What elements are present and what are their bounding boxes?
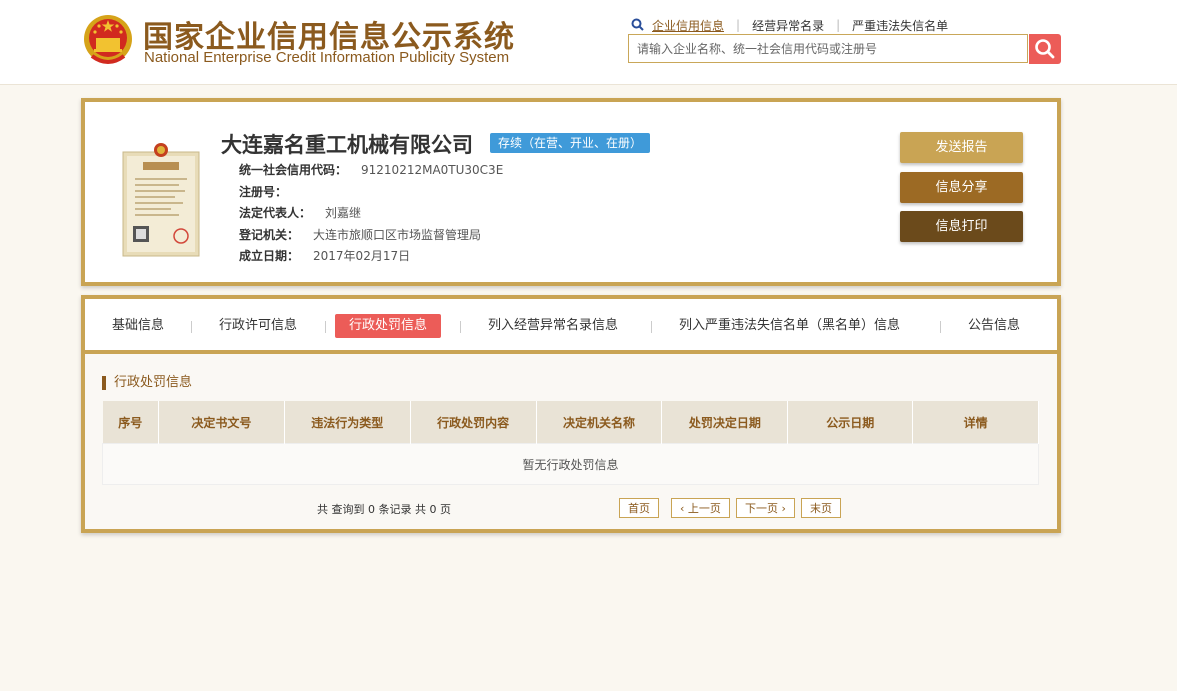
table-header-row: 序号 决定书文号 违法行为类型 行政处罚内容 决定机关名称 处罚决定日期 公示日… <box>102 401 1039 444</box>
tab-separator <box>191 321 192 333</box>
empty-state: 暂无行政处罚信息 <box>102 443 1039 485</box>
nav-blacklist[interactable]: 严重违法失信名单 <box>852 17 948 34</box>
pagination-info: 共 查询到 0 条记录 共 0 页 <box>317 503 451 516</box>
tab-bar: 基础信息 行政许可信息 行政处罚信息 列入经营异常名录信息 列入严重违法失信名单… <box>85 299 1057 354</box>
info-label: 成立日期： <box>239 249 300 263</box>
section-title: 行政处罚信息 <box>102 376 192 390</box>
last-page-button[interactable]: 末页 <box>801 498 841 518</box>
tab-content: 行政处罚信息 序号 决定书文号 违法行为类型 行政处罚内容 决定机关名称 处罚决… <box>85 354 1057 529</box>
national-emblem-icon <box>84 15 132 64</box>
info-row-registration-number: 注册号： <box>239 182 503 204</box>
prev-page-label: 上一页 <box>687 502 721 515</box>
company-info-list: 统一社会信用代码： 91210212MA0TU30C3E 注册号： 法定代表人： 刘… <box>239 160 503 268</box>
first-page-button[interactable]: 首页 <box>619 498 659 518</box>
info-row-registration-authority: 登记机关： 大连市旅顺口区市场监督管理局 <box>239 225 503 247</box>
column-header: 公示日期 <box>787 401 914 444</box>
column-header: 序号 <box>102 401 159 444</box>
column-header: 决定书文号 <box>158 401 285 444</box>
info-row-legal-representative: 法定代表人： 刘嘉继 <box>239 203 503 225</box>
tab-blacklist[interactable]: 列入严重违法失信名单（黑名单）信息 <box>677 314 902 338</box>
tab-admin-license[interactable]: 行政许可信息 <box>217 314 299 338</box>
nav-abnormal-list[interactable]: 经营异常名录 <box>752 17 824 34</box>
column-header: 决定机关名称 <box>536 401 663 444</box>
business-license-image[interactable] <box>121 140 201 258</box>
info-row-established-date: 成立日期： 2017年02月17日 <box>239 246 503 268</box>
nav-separator: | <box>836 18 841 32</box>
column-header: 处罚决定日期 <box>661 401 789 444</box>
info-label: 统一社会信用代码： <box>239 163 348 177</box>
info-label: 注册号： <box>239 184 288 199</box>
tab-separator <box>651 321 652 333</box>
next-page-button[interactable]: 下一页 › <box>736 498 795 518</box>
tab-separator <box>325 321 326 333</box>
table-row: 暂无行政处罚信息 <box>102 443 1039 485</box>
info-tab-panel: 基础信息 行政许可信息 行政处罚信息 列入经营异常名录信息 列入严重违法失信名单… <box>81 295 1061 533</box>
tab-separator <box>460 321 461 333</box>
tab-basic-info[interactable]: 基础信息 <box>110 314 166 338</box>
magnifier-icon <box>1035 39 1055 59</box>
search-button[interactable] <box>1029 34 1061 64</box>
search-input[interactable] <box>629 35 1025 62</box>
info-row-credit-code: 统一社会信用代码： 91210212MA0TU30C3E <box>239 160 503 182</box>
share-info-button[interactable]: 信息分享 <box>900 172 1023 203</box>
site-title-en: National Enterprise Credit Information P… <box>144 49 510 66</box>
info-label: 登记机关： <box>239 227 300 242</box>
prev-page-button[interactable]: ‹ 上一页 <box>671 498 730 518</box>
tab-abnormal-list[interactable]: 列入经营异常名录信息 <box>486 314 620 338</box>
print-info-button[interactable]: 信息打印 <box>900 211 1023 242</box>
search-box <box>628 34 1028 63</box>
penalty-table: 序号 决定书文号 违法行为类型 行政处罚内容 决定机关名称 处罚决定日期 公示日… <box>102 401 1039 485</box>
company-name: 大连嘉名重工机械有限公司 <box>221 133 473 157</box>
column-header: 违法行为类型 <box>284 401 411 444</box>
tab-admin-penalty[interactable]: 行政处罚信息 <box>335 314 442 338</box>
search-icon <box>631 18 644 31</box>
info-value: 大连市旅顺口区市场监督管理局 <box>313 227 482 242</box>
next-page-label: 下一页 <box>745 502 778 515</box>
info-label: 法定代表人： <box>239 206 312 220</box>
site-header: 国家企业信用信息公示系统 National Enterprise Credit … <box>0 0 1177 85</box>
info-value: 91210212MA0TU30C3E <box>361 163 504 177</box>
top-nav: 企业信用信息 | 经营异常名录 | 严重违法失信名单 <box>630 16 948 34</box>
send-report-button[interactable]: 发送报告 <box>900 132 1023 163</box>
column-header: 行政处罚内容 <box>410 401 537 444</box>
tab-announcements[interactable]: 公告信息 <box>966 314 1022 338</box>
tab-separator <box>940 321 941 333</box>
nav-separator: | <box>736 18 741 32</box>
column-header: 详情 <box>912 401 1039 444</box>
company-card: 大连嘉名重工机械有限公司 存续（在营、开业、在册） 统一社会信用代码： 91210… <box>81 98 1061 286</box>
status-badge: 存续（在营、开业、在册） <box>490 133 651 153</box>
nav-enterprise-credit[interactable]: 企业信用信息 <box>652 17 724 34</box>
info-value: 刘嘉继 <box>325 206 362 220</box>
info-value: 2017年02月17日 <box>313 249 411 263</box>
